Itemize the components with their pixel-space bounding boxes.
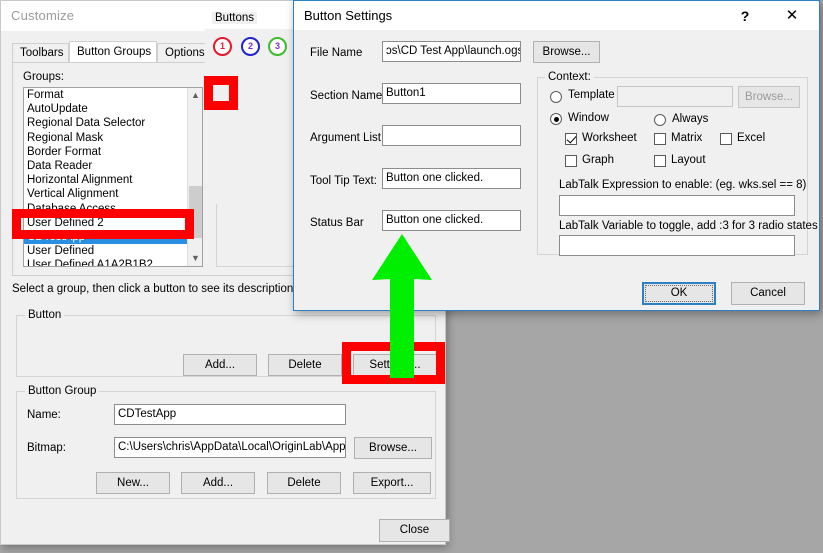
- list-item[interactable]: Regional Mask: [24, 131, 202, 145]
- bitmap-label: Bitmap:: [27, 442, 66, 454]
- name-field[interactable]: CDTestApp: [114, 404, 346, 425]
- add-button[interactable]: Add...: [183, 354, 257, 376]
- checkbox-layout-label: Layout: [671, 154, 706, 166]
- close-button[interactable]: Close: [379, 519, 450, 542]
- radio-window-label: Window: [568, 112, 609, 124]
- labtalk-variable-field[interactable]: [559, 235, 795, 256]
- list-item[interactable]: Horizontal Alignment: [24, 173, 202, 187]
- checkbox-excel[interactable]: [720, 133, 732, 145]
- customize-window-title: Customize: [11, 8, 74, 23]
- list-item[interactable]: AutoUpdate: [24, 102, 202, 116]
- argument-list-field[interactable]: [382, 125, 521, 146]
- screen: Customize Toolbars Button Groups Options…: [0, 0, 823, 553]
- checkbox-graph[interactable]: [565, 155, 577, 167]
- tab-toolbars[interactable]: Toolbars: [12, 43, 69, 62]
- export-group-button[interactable]: Export...: [353, 472, 431, 494]
- buttons-groupbox-label: Buttons: [212, 12, 257, 24]
- checkbox-worksheet-label: Worksheet: [582, 132, 637, 144]
- labtalk-expression-label: LabTalk Expression to enable: (eg. wks.s…: [559, 179, 806, 191]
- list-item[interactable]: Data Reader: [24, 159, 202, 173]
- radio-window[interactable]: [550, 113, 562, 125]
- checkbox-layout[interactable]: [654, 155, 666, 167]
- checkbox-excel-label: Excel: [737, 132, 765, 144]
- labtalk-expression-field[interactable]: [559, 195, 795, 216]
- list-item[interactable]: Vertical Alignment: [24, 187, 202, 201]
- tab-options[interactable]: Options: [157, 43, 210, 62]
- close-icon[interactable]: ✕: [777, 6, 807, 26]
- list-item[interactable]: Regional Data Selector: [24, 116, 202, 130]
- chevron-down-icon[interactable]: ▼: [188, 251, 203, 266]
- cancel-button[interactable]: Cancel: [731, 282, 805, 305]
- name-label: Name:: [27, 409, 61, 421]
- settings-window-title: Button Settings: [304, 8, 392, 23]
- bitmap-browse-button[interactable]: Browse...: [354, 437, 432, 459]
- groups-listbox[interactable]: Format AutoUpdate Regional Data Selector…: [23, 87, 203, 267]
- labtalk-variable-label: LabTalk Variable to toggle, add :3 for 3…: [559, 220, 818, 232]
- delete-button[interactable]: Delete: [268, 354, 342, 376]
- ok-button[interactable]: OK: [642, 282, 716, 305]
- chevron-up-icon[interactable]: ▲: [188, 88, 203, 103]
- radio-template[interactable]: [550, 91, 562, 103]
- status-bar-label: Status Bar: [310, 217, 364, 229]
- new-group-button[interactable]: New...: [96, 472, 170, 494]
- radio-always-label: Always: [672, 113, 708, 125]
- checkbox-graph-label: Graph: [582, 154, 614, 166]
- settings-titlebar[interactable]: Button Settings ? ✕: [294, 1, 819, 30]
- template-field[interactable]: [617, 86, 733, 107]
- delete-group-button[interactable]: Delete: [267, 472, 341, 494]
- list-item[interactable]: Format: [24, 88, 202, 102]
- file-name-field[interactable]: ɔs\CD Test App\launch.ogs: [382, 41, 521, 62]
- tab-button-groups[interactable]: Button Groups: [69, 41, 157, 62]
- section-name-label: Section Name:: [310, 90, 385, 102]
- button-icon-1[interactable]: 1: [213, 37, 232, 56]
- add-group-button[interactable]: Add...: [181, 472, 255, 494]
- groups-label: Groups:: [23, 71, 64, 83]
- section-name-field[interactable]: Button1: [382, 83, 521, 104]
- context-groupbox-label: Context:: [545, 71, 594, 83]
- tool-tip-text-field[interactable]: Button one clicked.: [382, 168, 521, 189]
- annotation-arrow-up: [370, 232, 434, 380]
- button-icon-2[interactable]: 2: [241, 37, 260, 56]
- tool-tip-text-label: Tool Tip Text:: [310, 175, 377, 187]
- button-group-groupbox-label: Button Group: [25, 385, 99, 397]
- button-icon-3[interactable]: 3: [268, 37, 287, 56]
- checkbox-matrix-label: Matrix: [671, 132, 702, 144]
- radio-template-label: Template: [568, 89, 615, 101]
- list-item[interactable]: Border Format: [24, 145, 202, 159]
- button-groupbox-label: Button: [25, 309, 64, 321]
- annotation-highlight-button-one: [204, 76, 238, 110]
- list-item[interactable]: User Defined: [24, 244, 202, 258]
- groups-scrollbar[interactable]: ▲ ▼: [187, 88, 202, 266]
- help-icon[interactable]: ?: [733, 6, 757, 26]
- bitmap-field[interactable]: C:\Users\chris\AppData\Local\OriginLab\A…: [114, 437, 346, 458]
- ok-button-label: OK: [645, 285, 713, 302]
- file-browse-button[interactable]: Browse...: [533, 41, 600, 63]
- file-name-label: File Name: [310, 47, 362, 59]
- status-bar-field[interactable]: Button one clicked.: [382, 210, 521, 231]
- annotation-highlight-groups-selection: [12, 209, 194, 239]
- checkbox-matrix[interactable]: [654, 133, 666, 145]
- radio-always[interactable]: [654, 114, 666, 126]
- argument-list-label: Argument List:: [310, 132, 384, 144]
- template-browse-button[interactable]: Browse...: [738, 86, 800, 108]
- list-item[interactable]: User Defined A1A2B1B2: [24, 258, 202, 267]
- checkbox-worksheet[interactable]: [565, 133, 577, 145]
